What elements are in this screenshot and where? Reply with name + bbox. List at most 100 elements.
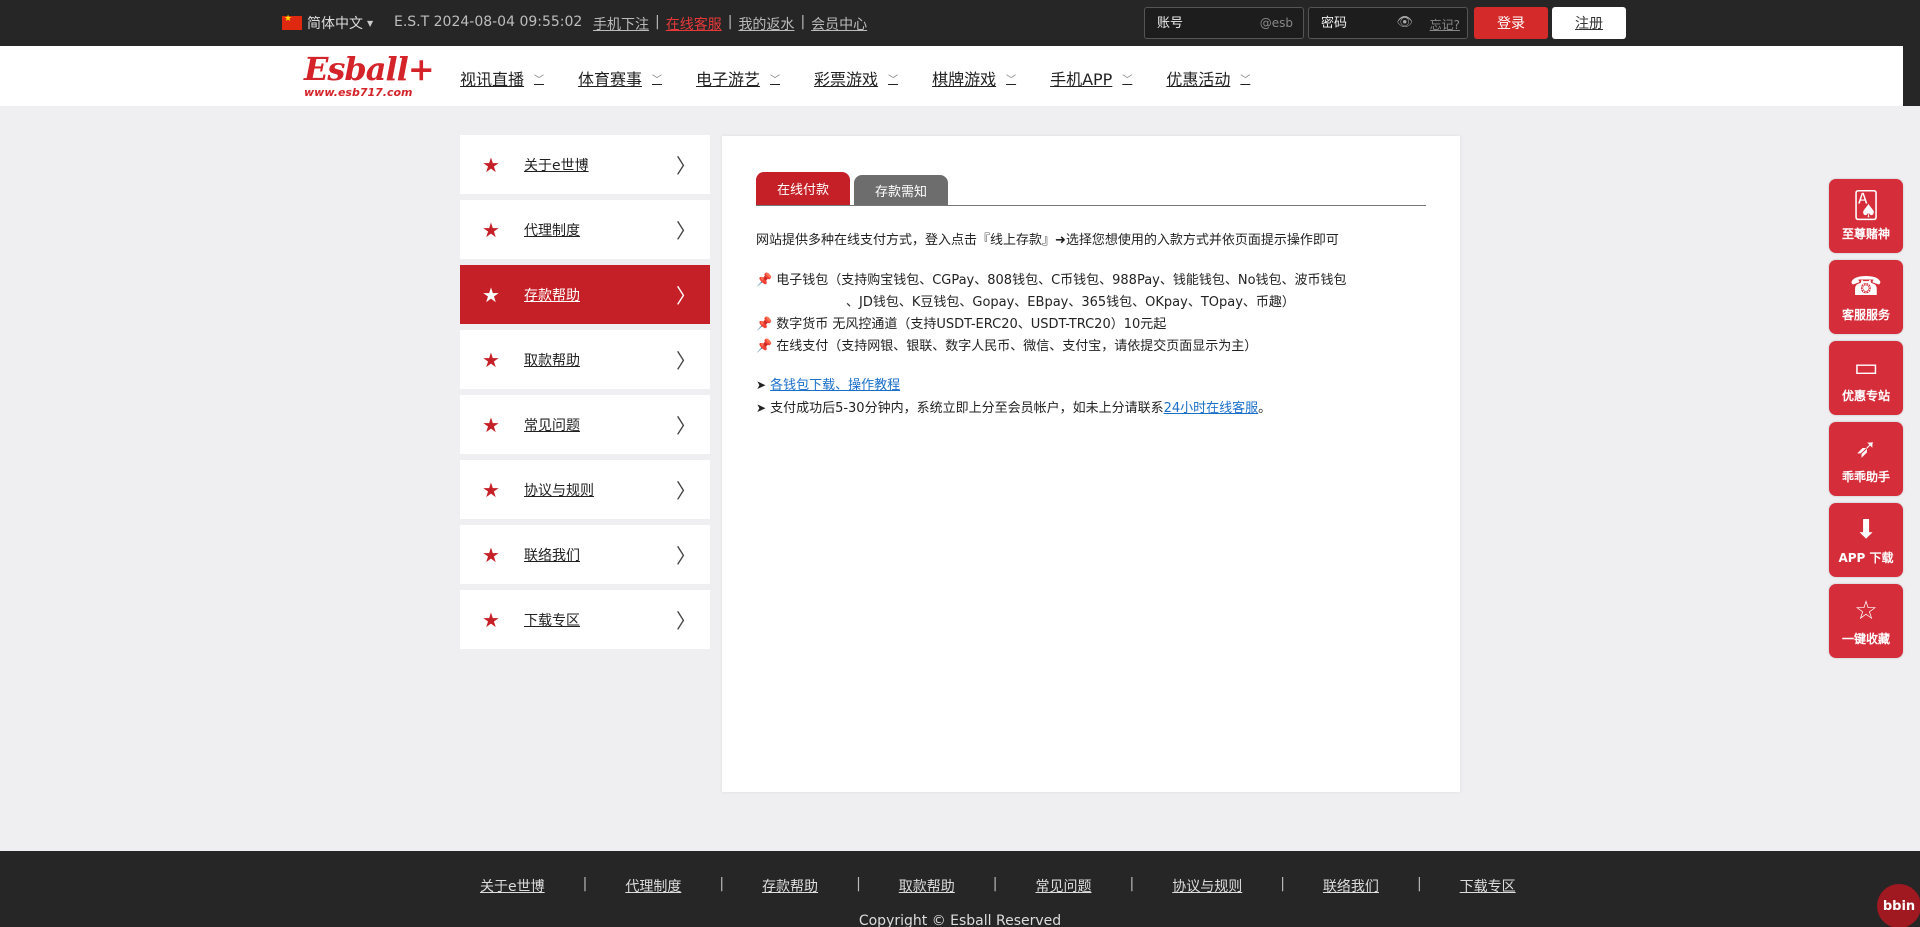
nav-live-video[interactable]: 视讯直播 ﹀	[460, 66, 544, 90]
footer-link-about[interactable]: 关于e世博	[480, 876, 545, 896]
float-button-god-of-gamblers[interactable]: 🂡 至尊赌神	[1829, 179, 1903, 253]
footer-links: 关于e世博 | 代理制度 | 存款帮助 | 取款帮助 | 常见问题 | 协议与规则 | 联络…	[480, 876, 1516, 896]
site-logo[interactable]: Esball+ www.esb717.com	[304, 50, 435, 99]
nav-lottery[interactable]: 彩票游戏 ﹀	[814, 66, 898, 90]
sidebar-item-download[interactable]: ★ 下载专区 〉	[460, 590, 710, 649]
pushpin-icon: 📌	[756, 273, 773, 288]
chevron-down-icon: ﹀	[770, 74, 781, 86]
footer-link-rules[interactable]: 协议与规则	[1172, 876, 1242, 896]
footer-link-download[interactable]: 下载专区	[1460, 876, 1516, 896]
sidebar-item-faq[interactable]: ★ 常见问题 〉	[460, 395, 710, 454]
my-rebate-link[interactable]: 我的返水	[738, 14, 794, 34]
nav-label: 视讯直播	[460, 70, 525, 89]
float-button-assistant[interactable]: ➶ 乖乖助手	[1829, 422, 1903, 496]
nav-sports[interactable]: 体育赛事 ﹀	[578, 66, 662, 90]
register-button[interactable]: 注册	[1552, 7, 1626, 39]
nav-label: 电子游艺	[696, 70, 761, 89]
sidebar-item-withdraw-help[interactable]: ★ 取款帮助 〉	[460, 330, 710, 389]
online-support-link[interactable]: 在线客服	[666, 14, 722, 34]
footer-link-faq[interactable]: 常见问题	[1036, 876, 1092, 896]
poker-card-icon: 🂡	[1852, 190, 1880, 221]
float-button-bookmark[interactable]: ☆ 一键收藏	[1829, 584, 1903, 658]
login-button[interactable]: 登录	[1474, 7, 1548, 39]
sidebar-item-about[interactable]: ★ 关于e世博 〉	[460, 135, 710, 194]
support-link[interactable]: 24小时在线客服	[1164, 401, 1259, 416]
tab-deposit-notice[interactable]: 存款需知	[854, 175, 948, 205]
chevron-right-icon: 〉	[676, 284, 696, 308]
divider: |	[992, 876, 998, 892]
top-bar: 简体中文 ▼ E.S.T 2024-08-04 09:55:02 手机下注 | …	[0, 0, 1920, 46]
chevron-down-icon: ﹀	[1006, 74, 1017, 86]
divider: |	[856, 876, 861, 892]
language-label: 简体中文	[307, 16, 363, 32]
payment-item: 📌 在线支付（支持网银、银联、数字人民币、微信、支付宝，请依提交页面显示为主）	[756, 336, 1436, 358]
star-icon: ★	[482, 412, 500, 437]
mobile-bet-link[interactable]: 手机下注	[593, 14, 649, 34]
chevron-right-icon: 〉	[676, 414, 696, 438]
rocket-icon: ➶	[1855, 433, 1877, 464]
pushpin-icon: 📌	[756, 317, 773, 332]
footer-link-deposit[interactable]: 存款帮助	[762, 876, 818, 896]
sidebar-item-label: 取款帮助	[524, 352, 580, 369]
star-icon: ★	[482, 152, 500, 177]
payment-text-continued: 、JD钱包、K豆钱包、Gopay、EBpay、365钱包、OKpay、TOpay…	[846, 295, 1295, 310]
divider: |	[1280, 876, 1285, 892]
star-icon: ★	[482, 542, 500, 567]
tab-online-payment[interactable]: 在线付款	[756, 172, 850, 205]
sidebar-item-label: 联络我们	[524, 547, 580, 564]
tutorial-link[interactable]: 各钱包下载、操作教程	[770, 378, 900, 393]
account-suffix: @esb	[1259, 16, 1293, 30]
sidebar-item-agent[interactable]: ★ 代理制度 〉	[460, 200, 710, 259]
bookmark-star-icon: ☆	[1854, 595, 1878, 626]
china-flag-icon	[282, 14, 302, 30]
divider: |	[800, 14, 806, 30]
sidebar-item-deposit-help[interactable]: ★ 存款帮助 〉	[460, 265, 710, 324]
chevron-right-icon: 〉	[676, 349, 696, 373]
footer-link-withdraw[interactable]: 取款帮助	[899, 876, 955, 896]
float-label: 客服服务	[1841, 307, 1890, 322]
arrow-right-icon: ➤	[756, 378, 767, 392]
bbin-badge[interactable]: bbin	[1877, 884, 1920, 927]
top-links: 手机下注 | 在线客服 | 我的返水 | 会员中心	[593, 14, 867, 34]
divider: |	[1416, 876, 1422, 892]
nav-label: 手机APP	[1050, 70, 1113, 89]
language-selector[interactable]: 简体中文 ▼	[282, 13, 373, 33]
nav-mobile-app[interactable]: 手机APP ﹀	[1050, 66, 1132, 90]
footer-link-agent[interactable]: 代理制度	[625, 876, 681, 896]
float-label: 一键收藏	[1841, 631, 1890, 646]
nav-label: 优惠活动	[1166, 70, 1231, 89]
side-scroll-tab[interactable]	[1903, 46, 1920, 106]
chevron-down-icon: ﹀	[652, 74, 663, 86]
star-icon: ★	[482, 347, 500, 372]
float-label: 优惠专站	[1841, 388, 1890, 403]
sidebar-item-label: 关于e世博	[524, 157, 589, 174]
nav-card-games[interactable]: 棋牌游戏 ﹀	[932, 66, 1016, 90]
sidebar-item-rules[interactable]: ★ 协议与规则 〉	[460, 460, 710, 519]
nav-slots[interactable]: 电子游艺 ﹀	[696, 66, 780, 90]
divider: |	[655, 14, 660, 30]
star-icon: ★	[482, 282, 500, 307]
sidebar-item-label: 代理制度	[524, 222, 580, 239]
nav-promotions[interactable]: 优惠活动 ﹀	[1166, 66, 1250, 90]
chevron-down-icon: ﹀	[888, 74, 899, 86]
divider: |	[727, 14, 733, 30]
forgot-password-link[interactable]: 忘记?	[1430, 16, 1460, 33]
intro-text: 网站提供多种在线支付方式，登入点击『线上存款』➜选择您想使用的入款方式并依页面提…	[756, 233, 1339, 248]
payment-text: 在线支付（支持网银、银联、数字人民币、微信、支付宝，请依提交页面显示为主）	[776, 339, 1258, 354]
eye-slash-icon[interactable]: 👁	[1396, 15, 1413, 30]
logo-text: Esball+	[304, 50, 435, 88]
float-label: 乖乖助手	[1841, 469, 1890, 484]
sidebar-item-label: 下载专区	[524, 612, 580, 629]
floating-sidebar: 🂡 至尊赌神 ☎ 客服服务 ▭ 优惠专站 ➶ 乖乖助手 ⬇ APP 下载 ☆ 一键收藏	[1829, 179, 1903, 665]
float-button-promo-site[interactable]: ▭ 优惠专站	[1829, 341, 1903, 415]
note-row: ➤ 支付成功后5-30分钟内，系统立即上分至会员帐户，如未上分请联系24小时在线客…	[756, 397, 1436, 420]
float-button-customer-service[interactable]: ☎ 客服服务	[1829, 260, 1903, 334]
password-field-wrapper: 👁 忘记?	[1308, 7, 1468, 39]
help-sidebar: ★ 关于e世博〉 ★ 代理制度〉 ★ 存款帮助〉 ★ 取款帮助〉 ★ 常见问题〉 ★ 协议与…	[460, 135, 710, 655]
payment-content: 网站提供多种在线支付方式，登入点击『线上存款』➜选择您想使用的入款方式并依页面提…	[756, 230, 1436, 420]
sidebar-item-contact[interactable]: ★ 联络我们 〉	[460, 525, 710, 584]
float-button-app-download[interactable]: ⬇ APP 下载	[1829, 503, 1903, 577]
member-center-link[interactable]: 会员中心	[811, 14, 867, 34]
sidebar-item-label: 常见问题	[524, 417, 580, 434]
footer-link-contact[interactable]: 联络我们	[1323, 876, 1379, 896]
